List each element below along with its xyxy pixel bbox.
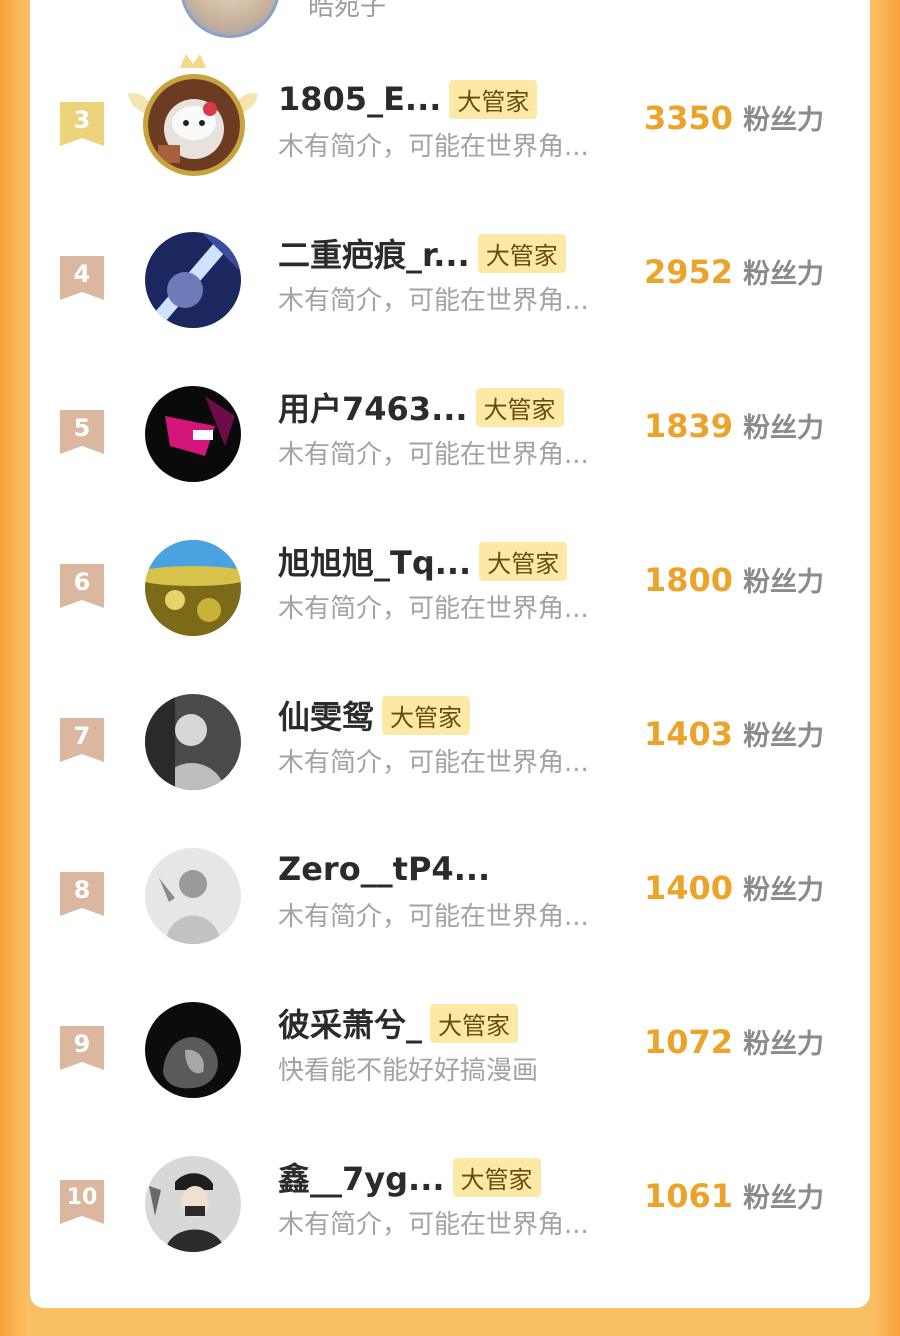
user-name[interactable]: 鑫__7yg... (278, 1154, 445, 1200)
role-badge: 大管家 (479, 541, 568, 581)
list-item[interactable]: 3 1805_E... 大管家 木有简介，可能在世界角... 3350 粉丝力 (30, 52, 870, 206)
user-name[interactable]: 仙雯鸳 (278, 692, 374, 738)
boy-cap-avatar[interactable] (145, 1156, 241, 1252)
partial-name: 皓宛子 (308, 0, 387, 22)
golden-field-avatar[interactable] (145, 540, 241, 636)
score-unit: 粉丝力 (743, 259, 825, 290)
anime-blue-avatar[interactable] (145, 232, 241, 328)
rank-badge: 10 (60, 1180, 104, 1224)
list-item[interactable]: 6 旭旭旭_Tq... 大管家 木有简介，可能在世界角... 1800 粉丝力 (30, 514, 870, 668)
score-unit: 粉丝力 (743, 105, 825, 136)
score-unit: 粉丝力 (743, 875, 825, 906)
hello-kitty-avatar[interactable] (143, 74, 245, 176)
score-unit: 粉丝力 (743, 721, 825, 752)
fan-score: 1072 粉丝力 (644, 1022, 824, 1061)
list-item[interactable]: 9 彼采萧兮_ 大管家 快看能不能好好搞漫画 1072 粉丝力 (30, 976, 870, 1130)
rank-number: 3 (73, 106, 91, 134)
lion-avatar[interactable] (145, 1002, 241, 1098)
role-badge: 大管家 (475, 387, 564, 427)
user-name[interactable]: 彼采萧兮_ (278, 1000, 422, 1046)
rank-number: 9 (73, 1030, 91, 1058)
user-bio: 木有简介，可能在世界角... (278, 286, 589, 316)
user-bio: 木有简介，可能在世界角... (278, 440, 589, 470)
rank-badge: 5 (60, 410, 104, 454)
role-badge: 大管家 (477, 233, 566, 273)
user-bio: 快看能不能好好搞漫画 (278, 1056, 539, 1086)
rank-number: 7 (73, 722, 91, 750)
avatar[interactable] (180, 0, 280, 38)
user-bio: 木有简介，可能在世界角... (278, 594, 589, 624)
ranking-panel: 皓宛子 3 1805_E... 大管家 木有简介，可能在世界角... 3350 … (30, 0, 870, 1308)
rank-badge: 9 (60, 1026, 104, 1070)
fan-score: 2952 粉丝力 (644, 252, 824, 291)
fan-score: 1061 粉丝力 (644, 1176, 824, 1215)
role-badge: 大管家 (449, 79, 538, 119)
user-bio: 木有简介，可能在世界角... (278, 132, 589, 162)
score-value: 1800 (644, 561, 734, 599)
score-value: 1839 (644, 407, 734, 445)
rank-badge: 6 (60, 564, 104, 608)
score-value: 1400 (644, 869, 734, 907)
fan-score: 1400 粉丝力 (644, 868, 824, 907)
dark-pink-avatar[interactable] (145, 386, 241, 482)
user-name[interactable]: 用户7463... (278, 384, 468, 430)
user-name[interactable]: Zero__tP4... (278, 850, 490, 888)
rank-badge: 3 (60, 102, 104, 146)
list-item[interactable]: 4 二重疤痕_r... 大管家 木有简介，可能在世界角... 2952 粉丝力 (30, 206, 870, 360)
rank-number: 6 (73, 568, 91, 596)
user-name[interactable]: 旭旭旭_Tq... (278, 538, 471, 584)
role-badge: 大管家 (430, 1003, 519, 1043)
user-bio: 木有简介，可能在世界角... (278, 1210, 589, 1240)
score-value: 1061 (644, 1177, 734, 1215)
list-item[interactable]: 8 Zero__tP4... 木有简介，可能在世界角... 1400 粉丝力 (30, 822, 870, 976)
user-name[interactable]: 二重疤痕_r... (278, 230, 470, 276)
rank-badge: 7 (60, 718, 104, 762)
role-badge: 大管家 (452, 1157, 541, 1197)
gray-person-avatar[interactable] (145, 694, 241, 790)
rank-badge: 8 (60, 872, 104, 916)
score-value: 1403 (644, 715, 734, 753)
score-unit: 粉丝力 (743, 1183, 825, 1214)
score-value: 1072 (644, 1023, 734, 1061)
rank-number: 10 (66, 1185, 98, 1210)
fan-score: 1839 粉丝力 (644, 406, 824, 445)
fan-score: 1403 粉丝力 (644, 714, 824, 753)
score-value: 2952 (644, 253, 734, 291)
rank-badge: 4 (60, 256, 104, 300)
fan-score: 3350 粉丝力 (644, 98, 824, 137)
score-unit: 粉丝力 (743, 413, 825, 444)
light-gray-avatar[interactable] (145, 848, 241, 944)
list-item[interactable]: 7 仙雯鸳 大管家 木有简介，可能在世界角... 1403 粉丝力 (30, 668, 870, 822)
score-value: 3350 (644, 99, 734, 137)
rank-number: 5 (73, 414, 91, 442)
user-bio: 木有简介，可能在世界角... (278, 748, 589, 778)
list-item[interactable]: 10 鑫__7yg... 大管家 木有简介，可能在世界角... 1061 粉丝力 (30, 1130, 870, 1284)
rank-number: 8 (73, 876, 91, 904)
rank-number: 4 (73, 260, 91, 288)
fan-score: 1800 粉丝力 (644, 560, 824, 599)
score-unit: 粉丝力 (743, 1029, 825, 1060)
user-name[interactable]: 1805_E... (278, 80, 441, 118)
score-unit: 粉丝力 (743, 567, 825, 598)
list-item[interactable]: 5 用户7463... 大管家 木有简介，可能在世界角... 1839 粉丝力 (30, 360, 870, 514)
role-badge: 大管家 (382, 695, 471, 735)
user-bio: 木有简介，可能在世界角... (278, 902, 589, 932)
